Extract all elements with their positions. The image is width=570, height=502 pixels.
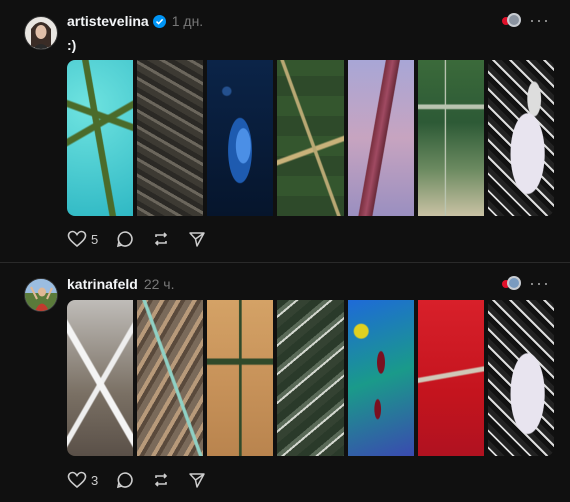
satellite-image[interactable] xyxy=(347,300,414,456)
avatar[interactable] xyxy=(24,16,58,50)
username-text[interactable]: artistevelina xyxy=(67,13,149,29)
comment-icon xyxy=(117,472,133,489)
verified-badge-icon xyxy=(152,15,166,28)
satellite-image[interactable] xyxy=(277,300,344,456)
heart-icon xyxy=(67,230,87,248)
like-count: 3 xyxy=(91,472,99,488)
follow-icon[interactable] xyxy=(498,11,524,29)
reply-button[interactable] xyxy=(116,230,134,248)
satellite-image[interactable] xyxy=(417,60,484,216)
satellite-image[interactable] xyxy=(487,60,554,216)
post-time[interactable]: 22 ч. xyxy=(144,276,175,292)
like-button[interactable]: 3 xyxy=(67,471,98,489)
satellite-image[interactable] xyxy=(417,300,484,456)
more-options-icon[interactable]: ··· xyxy=(529,10,550,31)
more-options-icon[interactable]: ··· xyxy=(529,273,550,294)
post-actions: 3 xyxy=(67,471,224,489)
satellite-image[interactable] xyxy=(137,300,204,456)
username[interactable]: artistevelina 1 дн. xyxy=(67,13,203,29)
satellite-image[interactable] xyxy=(207,60,274,216)
satellite-image[interactable] xyxy=(277,60,344,216)
satellite-image[interactable] xyxy=(67,60,134,216)
satellite-image[interactable] xyxy=(207,300,274,456)
share-button[interactable] xyxy=(188,471,206,489)
send-icon xyxy=(189,232,205,247)
like-button[interactable]: 5 xyxy=(67,230,98,248)
avatar[interactable] xyxy=(24,278,58,312)
comment-icon xyxy=(117,231,133,248)
post-artistevelina: artistevelina 1 дн. ··· :) 5 xyxy=(0,0,570,262)
share-button[interactable] xyxy=(188,230,206,248)
satellite-image[interactable] xyxy=(487,300,554,456)
post-actions: 5 xyxy=(67,230,224,248)
like-count: 5 xyxy=(91,231,99,247)
repost-icon xyxy=(155,473,168,487)
post-caption: :) xyxy=(67,37,77,53)
satellite-image[interactable] xyxy=(137,60,204,216)
username[interactable]: katrinafeld 22 ч. xyxy=(67,276,174,292)
username-text[interactable]: katrinafeld xyxy=(67,276,138,292)
repost-button[interactable] xyxy=(152,230,170,248)
post-time[interactable]: 1 дн. xyxy=(172,13,203,29)
image-carousel[interactable] xyxy=(67,60,554,216)
send-icon xyxy=(189,473,205,488)
repost-button[interactable] xyxy=(152,471,170,489)
reply-button[interactable] xyxy=(116,471,134,489)
heart-icon xyxy=(67,471,87,489)
repost-icon xyxy=(155,232,168,246)
post-katrinafeld: katrinafeld 22 ч. ··· 3 xyxy=(0,263,570,502)
image-carousel[interactable] xyxy=(67,300,554,456)
satellite-image[interactable] xyxy=(67,300,134,456)
satellite-image[interactable] xyxy=(347,60,414,216)
follow-icon[interactable] xyxy=(498,274,524,292)
